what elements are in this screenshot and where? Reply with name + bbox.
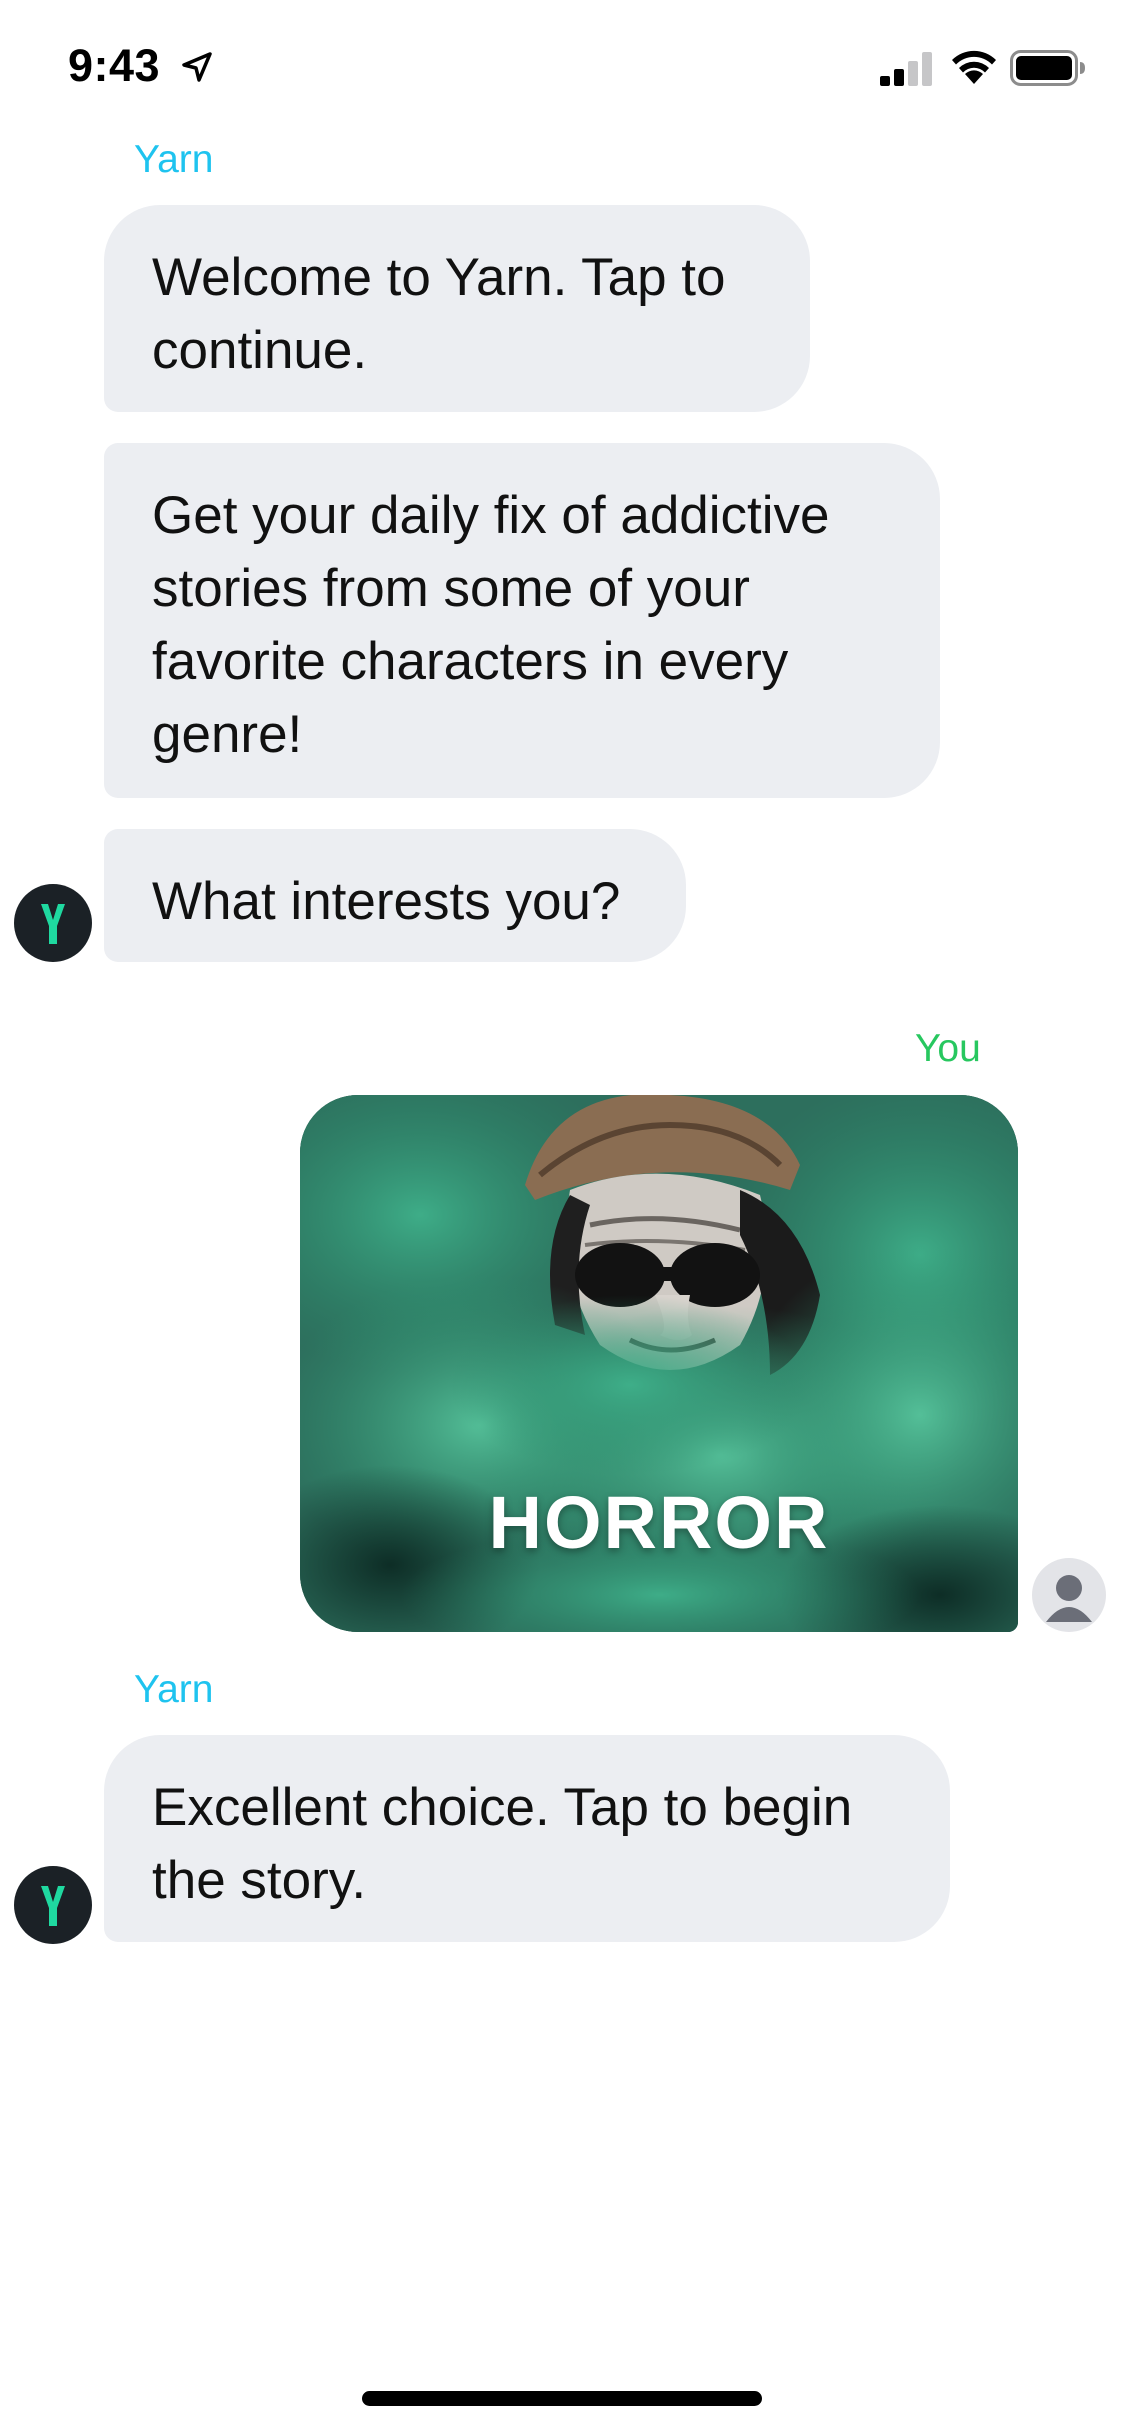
- message-text: Excellent choice. Tap to begin the story…: [152, 1778, 853, 1910]
- status-bar: 9:43: [0, 0, 1125, 140]
- status-time: 9:43: [68, 40, 161, 91]
- chat-screen: 9:43 Yarn Welcome to Yarn. Tap to contin…: [0, 0, 1125, 2436]
- message-bubble[interactable]: Excellent choice. Tap to begin the story…: [104, 1735, 950, 1942]
- location-arrow-icon: [180, 50, 214, 84]
- message-text: Welcome to Yarn. Tap to continue.: [152, 248, 726, 380]
- cellular-signal-icon: [880, 52, 936, 86]
- yarn-logo-icon: [41, 1886, 65, 1926]
- sender-label-yarn: Yarn: [134, 1668, 214, 1711]
- message-bubble[interactable]: Get your daily fix of addictive stories …: [104, 443, 940, 798]
- message-bubble[interactable]: What interests you?: [104, 829, 686, 962]
- sender-label-you: You: [915, 1027, 981, 1070]
- message-bubble[interactable]: Welcome to Yarn. Tap to continue.: [104, 205, 810, 412]
- user-avatar-icon: [1032, 1558, 1106, 1632]
- battery-icon: [1010, 50, 1086, 86]
- yarn-avatar: [14, 884, 92, 962]
- message-text: Get your daily fix of addictive stories …: [152, 486, 830, 764]
- genre-card-title: HORROR: [488, 1481, 830, 1564]
- genre-card-horror[interactable]: HORROR: [300, 1095, 1018, 1632]
- yarn-avatar: [14, 1866, 92, 1944]
- sender-label-yarn: Yarn: [134, 138, 214, 181]
- home-indicator[interactable]: [362, 2391, 762, 2406]
- message-text: What interests you?: [152, 872, 621, 931]
- yarn-logo-icon: [41, 904, 65, 944]
- wifi-icon: [950, 48, 998, 86]
